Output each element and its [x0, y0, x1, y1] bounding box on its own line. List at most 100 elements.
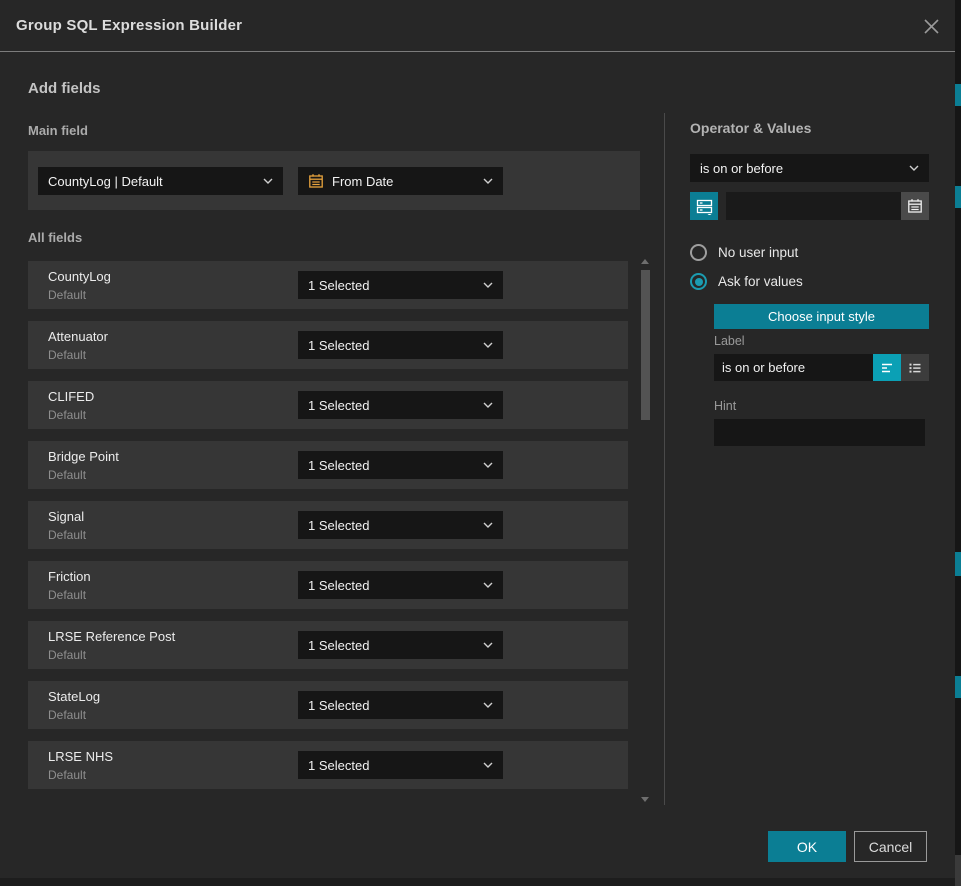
field-name: Friction	[48, 569, 91, 584]
field-row: Friction Default 1 Selected	[28, 561, 628, 609]
label-field-label: Label	[714, 334, 745, 348]
value-input-row	[690, 192, 929, 220]
chevron-down-icon	[483, 462, 493, 468]
field-name: LRSE NHS	[48, 749, 113, 764]
label-input-row	[714, 354, 929, 381]
dialog-title: Group SQL Expression Builder	[16, 0, 242, 52]
field-selected-dropdown-label: 1 Selected	[308, 578, 369, 593]
field-selected-dropdown[interactable]: 1 Selected	[298, 391, 503, 419]
chevron-down-icon	[483, 178, 493, 184]
field-selected-dropdown-label: 1 Selected	[308, 758, 369, 773]
field-selected-dropdown-label: 1 Selected	[308, 278, 369, 293]
field-selected-dropdown[interactable]: 1 Selected	[298, 571, 503, 599]
field-selected-dropdown[interactable]: 1 Selected	[298, 451, 503, 479]
scroll-down-icon[interactable]	[641, 797, 649, 802]
all-fields-list: CountyLog Default 1 Selected Attenuator …	[28, 261, 628, 801]
ok-button[interactable]: OK	[768, 831, 846, 862]
fields-scrollbar[interactable]	[641, 257, 650, 804]
field-selected-dropdown[interactable]: 1 Selected	[298, 691, 503, 719]
field-sublabel: Default	[48, 408, 86, 422]
calendar-icon	[308, 173, 324, 189]
chevron-down-icon	[483, 522, 493, 528]
choose-input-style-button[interactable]: Choose input style	[714, 304, 929, 329]
field-name: StateLog	[48, 689, 100, 704]
main-field-date-value: From Date	[332, 174, 393, 189]
align-left-icon	[879, 360, 895, 376]
field-row: StateLog Default 1 Selected	[28, 681, 628, 729]
input-type-toggle-button[interactable]	[690, 192, 718, 220]
group-sql-expression-builder-dialog: Group SQL Expression Builder Add fields …	[0, 0, 955, 878]
main-field-label: Main field	[28, 123, 88, 138]
field-row: LRSE NHS Default 1 Selected	[28, 741, 628, 789]
field-selected-dropdown[interactable]: 1 Selected	[298, 631, 503, 659]
field-selected-dropdown-label: 1 Selected	[308, 458, 369, 473]
radio-circle[interactable]	[690, 273, 707, 290]
panel-divider	[664, 113, 665, 805]
radio-no-user-input-label: No user input	[718, 245, 798, 260]
chevron-down-icon	[483, 642, 493, 648]
field-selected-dropdown-label: 1 Selected	[308, 698, 369, 713]
field-row: Signal Default 1 Selected	[28, 501, 628, 549]
field-name: Bridge Point	[48, 449, 119, 464]
input-style-text-button[interactable]	[873, 354, 901, 381]
field-sublabel: Default	[48, 528, 86, 542]
main-field-date-select[interactable]: From Date	[298, 167, 503, 195]
add-fields-heading: Add fields	[28, 80, 101, 97]
field-row: LRSE Reference Post Default 1 Selected	[28, 621, 628, 669]
radio-ask-for-values-label: Ask for values	[718, 274, 803, 289]
field-selected-dropdown[interactable]: 1 Selected	[298, 331, 503, 359]
operator-select[interactable]: is on or before	[690, 154, 929, 182]
field-row: Bridge Point Default 1 Selected	[28, 441, 628, 489]
operator-select-value: is on or before	[700, 161, 783, 176]
field-name: CountyLog	[48, 269, 111, 284]
chevron-down-icon	[909, 165, 919, 171]
field-sublabel: Default	[48, 468, 86, 482]
scrollbar-thumb[interactable]	[641, 270, 650, 420]
main-field-source-value: CountyLog | Default	[48, 174, 163, 189]
field-selected-dropdown[interactable]: 1 Selected	[298, 511, 503, 539]
background-accent	[955, 552, 961, 576]
hint-field-label: Hint	[714, 399, 736, 413]
value-input[interactable]	[726, 192, 901, 220]
field-sublabel: Default	[48, 588, 86, 602]
main-field-panel: CountyLog | Default From Date	[28, 151, 640, 210]
chevron-down-icon	[483, 762, 493, 768]
field-selected-dropdown[interactable]: 1 Selected	[298, 751, 503, 779]
list-icon	[907, 360, 923, 376]
field-row: Attenuator Default 1 Selected	[28, 321, 628, 369]
background-app-edge	[955, 0, 961, 886]
dialog-header: Group SQL Expression Builder	[0, 0, 955, 52]
calendar-icon	[907, 198, 923, 214]
date-picker-button[interactable]	[901, 192, 929, 220]
field-selected-dropdown-label: 1 Selected	[308, 398, 369, 413]
hint-input[interactable]	[714, 419, 925, 446]
field-sublabel: Default	[48, 288, 86, 302]
chevron-down-icon	[483, 342, 493, 348]
chevron-down-icon	[483, 582, 493, 588]
all-fields-label: All fields	[28, 230, 82, 245]
field-sublabel: Default	[48, 348, 86, 362]
input-style-list-button[interactable]	[901, 354, 929, 381]
cancel-button[interactable]: Cancel	[854, 831, 927, 862]
background-accent	[955, 84, 961, 106]
field-selected-dropdown[interactable]: 1 Selected	[298, 271, 503, 299]
field-name: LRSE Reference Post	[48, 629, 175, 644]
field-selected-dropdown-label: 1 Selected	[308, 338, 369, 353]
chevron-down-icon	[483, 282, 493, 288]
main-field-source-select[interactable]: CountyLog | Default	[38, 167, 283, 195]
scroll-up-icon[interactable]	[641, 259, 649, 264]
chevron-down-icon	[483, 402, 493, 408]
field-name: CLIFED	[48, 389, 94, 404]
field-selected-dropdown-label: 1 Selected	[308, 638, 369, 653]
radio-no-user-input[interactable]: No user input	[690, 244, 798, 261]
field-name: Attenuator	[48, 329, 108, 344]
background-accent	[955, 676, 961, 698]
field-sublabel: Default	[48, 768, 86, 782]
close-icon[interactable]	[919, 14, 943, 38]
radio-circle[interactable]	[690, 244, 707, 261]
field-row: CLIFED Default 1 Selected	[28, 381, 628, 429]
radio-ask-for-values[interactable]: Ask for values	[690, 273, 803, 290]
label-input[interactable]	[714, 354, 873, 381]
operator-values-heading: Operator & Values	[690, 120, 811, 136]
chevron-down-icon	[263, 178, 273, 184]
